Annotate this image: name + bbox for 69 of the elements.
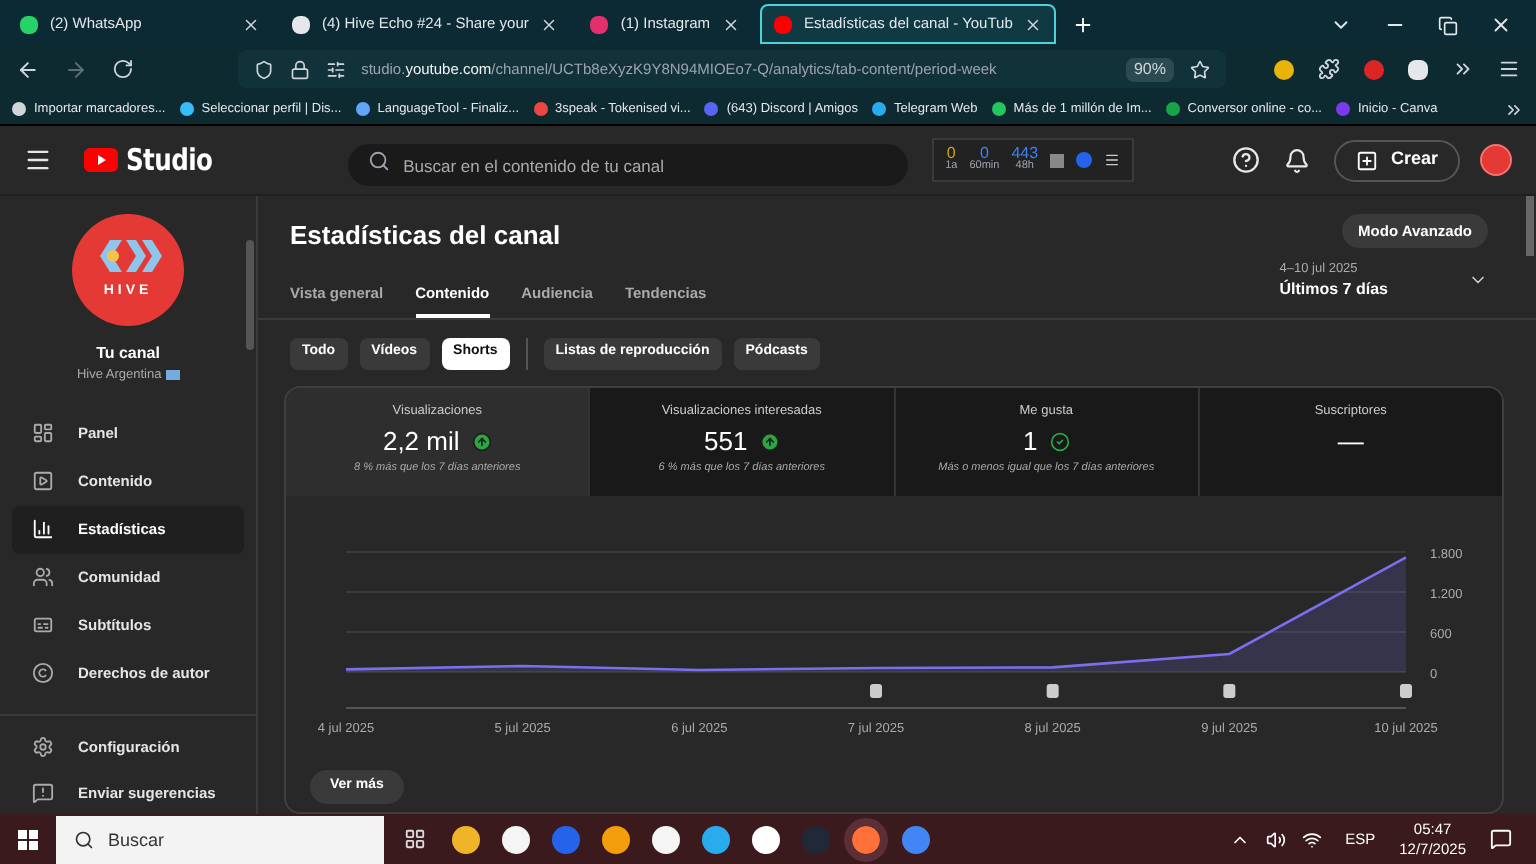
arrow-up-icon bbox=[471, 431, 492, 452]
captions-icon bbox=[32, 614, 54, 637]
extension-logo-icon bbox=[1076, 152, 1093, 168]
close-icon[interactable] bbox=[242, 15, 260, 33]
zoom-badge: 90% bbox=[1125, 57, 1174, 81]
overflow-icon[interactable] bbox=[1504, 99, 1524, 119]
app-icon[interactable] bbox=[752, 825, 780, 853]
shorts-marker-icon[interactable] bbox=[870, 684, 882, 699]
image-icon bbox=[1050, 153, 1065, 167]
search-icon bbox=[74, 829, 94, 849]
close-icon[interactable] bbox=[1024, 15, 1043, 33]
counter-value: 443 bbox=[1011, 146, 1039, 163]
bar-chart-icon bbox=[32, 518, 54, 541]
app-icon[interactable] bbox=[652, 825, 680, 853]
close-icon[interactable] bbox=[540, 15, 559, 33]
network-icon[interactable] bbox=[1301, 829, 1322, 849]
hexagon-arrows-icon bbox=[94, 237, 162, 274]
arrow-up-icon bbox=[759, 431, 780, 452]
task-view-icon[interactable] bbox=[404, 828, 426, 850]
notifications-icon[interactable] bbox=[1284, 147, 1311, 173]
avatar-icon[interactable] bbox=[1480, 144, 1512, 176]
reload-icon[interactable] bbox=[111, 58, 134, 80]
help-icon[interactable] bbox=[1232, 146, 1261, 174]
dashboard-icon bbox=[32, 422, 54, 445]
app-icon[interactable] bbox=[602, 825, 630, 853]
restore-icon[interactable] bbox=[1438, 15, 1458, 35]
menu-icon[interactable] bbox=[1498, 58, 1520, 80]
lock-icon bbox=[289, 59, 310, 79]
notifications-icon[interactable] bbox=[1490, 828, 1512, 850]
play-logo-icon bbox=[84, 148, 118, 172]
settings-icon bbox=[32, 735, 54, 758]
search-field[interactable]: Buscar en el contenido de tu canal bbox=[347, 144, 908, 186]
search-icon bbox=[367, 149, 390, 171]
page-title: Estadísticas del canal bbox=[290, 218, 561, 254]
create-button[interactable]: Crear bbox=[1334, 139, 1460, 181]
extension-icon[interactable] bbox=[1408, 59, 1428, 79]
close-icon[interactable] bbox=[722, 15, 740, 33]
close-icon[interactable] bbox=[1490, 14, 1512, 36]
app-icon[interactable] bbox=[702, 825, 730, 853]
extensions-icon[interactable] bbox=[1318, 58, 1340, 80]
copyright-icon bbox=[32, 662, 54, 685]
list-icon bbox=[1104, 152, 1121, 168]
app-icon[interactable] bbox=[502, 825, 530, 853]
counter-value: 0 bbox=[946, 146, 956, 163]
scrollbar bbox=[1526, 196, 1534, 256]
studio-logo-text: Studio bbox=[126, 139, 213, 182]
permissions-icon bbox=[325, 59, 346, 79]
volume-icon[interactable] bbox=[1265, 829, 1286, 849]
shorts-marker-icon[interactable] bbox=[1223, 684, 1236, 699]
windows-start-icon[interactable] bbox=[18, 829, 38, 849]
app-icon[interactable] bbox=[452, 825, 480, 853]
taskbar-search-field[interactable]: Buscar bbox=[56, 815, 384, 864]
feedback-icon bbox=[32, 781, 54, 804]
video-plus-icon bbox=[1356, 149, 1379, 171]
flag-icon bbox=[165, 369, 180, 380]
people-icon bbox=[32, 566, 54, 589]
back-icon[interactable] bbox=[16, 57, 40, 81]
counter-value: 0 bbox=[979, 146, 989, 163]
overflow-icon[interactable] bbox=[1452, 58, 1474, 80]
shorts-marker-icon[interactable] bbox=[1046, 684, 1059, 699]
menu-icon[interactable] bbox=[24, 146, 52, 174]
play-square-icon bbox=[32, 470, 54, 493]
shield-icon bbox=[253, 59, 274, 79]
extension-icon[interactable] bbox=[1274, 59, 1294, 79]
check-circle-icon bbox=[1049, 431, 1070, 452]
new-tab-icon[interactable] bbox=[1072, 14, 1095, 36]
channel-title: Tu canal bbox=[96, 342, 160, 366]
shorts-marker-icon[interactable] bbox=[1400, 684, 1412, 699]
bookmark-star-icon[interactable] bbox=[1190, 59, 1210, 79]
